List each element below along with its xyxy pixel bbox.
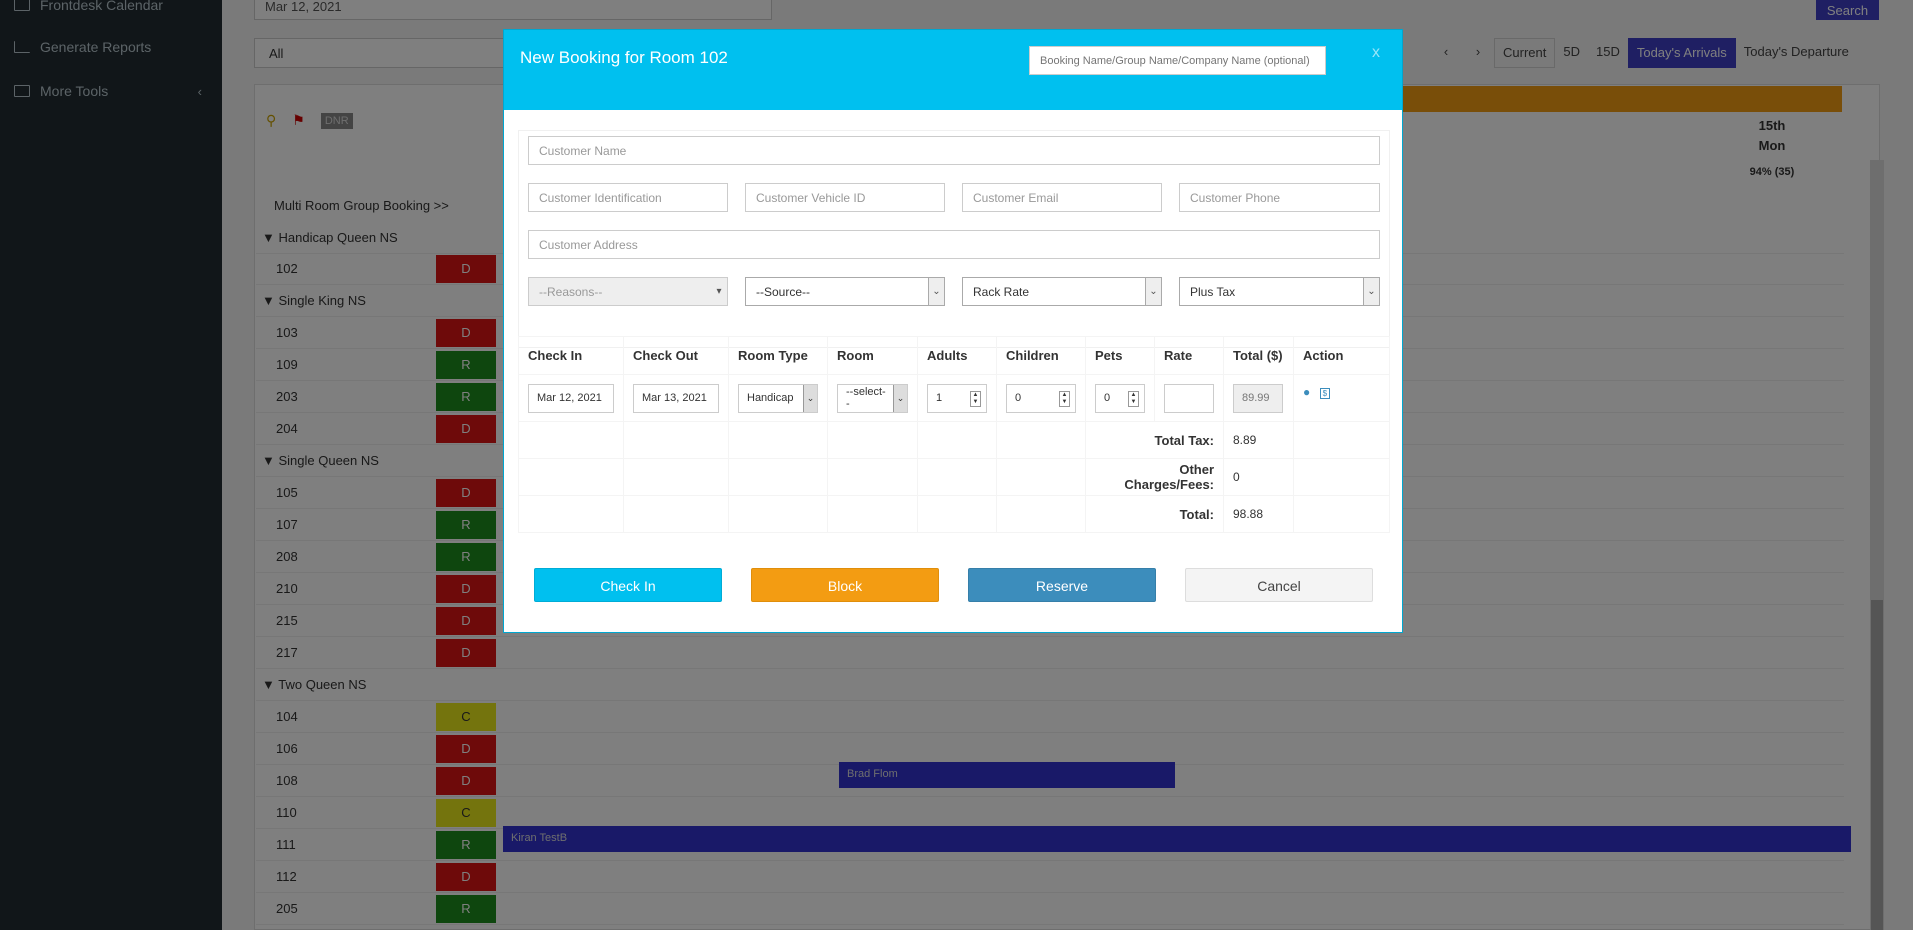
check-out-cell: Mar 13, 2021 xyxy=(623,374,729,422)
children-stepper[interactable]: 0 ▲ ▼ xyxy=(1006,383,1076,413)
room-value: --select-- xyxy=(846,386,886,410)
customer-email-input[interactable]: Customer Email xyxy=(962,183,1162,212)
modal-header: New Booking for Room 102 x xyxy=(504,30,1402,110)
adults-cell: 1 ▲ ▼ xyxy=(917,374,997,422)
rate-input[interactable] xyxy=(1164,383,1214,413)
children-cell: 0 ▲ ▼ xyxy=(996,374,1086,422)
source-value: --Source-- xyxy=(756,284,811,299)
check-out-input[interactable]: Mar 13, 2021 xyxy=(633,383,719,413)
total-tax-value: 8.89 xyxy=(1223,421,1294,459)
table-row: Other Charges/Fees: 0 xyxy=(518,458,1390,496)
total-tax-label: Total Tax: xyxy=(1085,421,1224,459)
rate-cell xyxy=(1154,374,1224,422)
other-charges-label: Other Charges/Fees: xyxy=(1085,458,1224,496)
room-type-value: Handicap xyxy=(747,392,794,404)
customer-name-input[interactable]: Customer Name xyxy=(528,136,1380,165)
table-header-row: Check In Check Out Room Type Room Adults… xyxy=(518,336,1390,375)
table-row: Mar 12, 2021 Mar 13, 2021 Handicap ⌄ --se… xyxy=(518,374,1390,422)
rate-type-select[interactable]: Rack Rate ⌄ xyxy=(962,277,1162,306)
money-icon[interactable]: $ xyxy=(1319,388,1331,399)
col-rate: Rate xyxy=(1154,336,1224,375)
grand-total-value: 98.88 xyxy=(1223,495,1294,533)
col-check-in: Check In xyxy=(518,336,624,375)
pets-stepper[interactable]: 0 ▲ ▼ xyxy=(1095,383,1145,413)
room-type-select[interactable]: Handicap ⌄ xyxy=(738,383,818,413)
chevron-down-icon: ⌄ xyxy=(803,384,817,412)
block-button[interactable]: Block xyxy=(751,568,939,602)
reasons-value: --Reasons-- xyxy=(539,284,603,299)
spinner-icon[interactable]: ▲ ▼ xyxy=(970,390,981,407)
total-value: 89.99 xyxy=(1233,383,1283,413)
col-check-out: Check Out xyxy=(623,336,729,375)
customer-identification-input[interactable]: Customer Identification xyxy=(528,183,728,212)
room-cell: --select-- ⌄ xyxy=(827,374,918,422)
col-children: Children xyxy=(996,336,1086,375)
close-icon[interactable]: x xyxy=(1372,44,1380,62)
room-type-cell: Handicap ⌄ xyxy=(728,374,828,422)
table-row: Total Tax: 8.89 xyxy=(518,421,1390,459)
total-cell: 89.99 xyxy=(1223,374,1294,422)
reasons-select[interactable]: --Reasons-- ▾ xyxy=(528,277,728,306)
chevron-down-icon: ⌄ xyxy=(1363,278,1379,305)
pets-value: 0 xyxy=(1104,392,1111,404)
spinner-icon[interactable]: ▲ ▼ xyxy=(1059,390,1070,407)
chevron-down-icon: ⌄ xyxy=(928,278,944,305)
check-in-cell: Mar 12, 2021 xyxy=(518,374,624,422)
table-row: Total: 98.88 xyxy=(518,495,1390,533)
modal-title: New Booking for Room 102 xyxy=(520,48,728,67)
check-in-input[interactable]: Mar 12, 2021 xyxy=(528,383,614,413)
customer-vehicle-id-input[interactable]: Customer Vehicle ID xyxy=(745,183,945,212)
col-total: Total ($) xyxy=(1223,336,1294,375)
source-select[interactable]: --Source-- ⌄ xyxy=(745,277,945,306)
new-booking-modal: New Booking for Room 102 x Customer Name… xyxy=(503,29,1403,633)
rate-type-value: Rack Rate xyxy=(973,284,1030,299)
children-value: 0 xyxy=(1015,392,1022,404)
tax-value: Plus Tax xyxy=(1190,284,1236,299)
action-cell: ● $ xyxy=(1293,374,1390,422)
col-action: Action xyxy=(1293,336,1390,375)
reserve-button[interactable]: Reserve xyxy=(968,568,1156,602)
booking-name-input[interactable] xyxy=(1029,46,1326,75)
room-select[interactable]: --select-- ⌄ xyxy=(837,383,908,413)
chevron-down-icon: ⌄ xyxy=(1145,278,1161,305)
customer-address-input[interactable]: Customer Address xyxy=(528,230,1380,259)
col-pets: Pets xyxy=(1085,336,1155,375)
spinner-icon[interactable]: ▲ ▼ xyxy=(1128,390,1139,407)
col-room-type: Room Type xyxy=(728,336,828,375)
user-icon[interactable]: ● xyxy=(1303,385,1310,399)
tax-select[interactable]: Plus Tax ⌄ xyxy=(1179,277,1380,306)
grand-total-label: Total: xyxy=(1085,495,1224,533)
col-room: Room xyxy=(827,336,918,375)
cancel-button[interactable]: Cancel xyxy=(1185,568,1373,602)
adults-stepper[interactable]: 1 ▲ ▼ xyxy=(927,383,987,413)
col-adults: Adults xyxy=(917,336,997,375)
check-in-button[interactable]: Check In xyxy=(534,568,722,602)
customer-phone-input[interactable]: Customer Phone xyxy=(1179,183,1380,212)
adults-value: 1 xyxy=(936,392,943,404)
pets-cell: 0 ▲ ▼ xyxy=(1085,374,1155,422)
chevron-down-icon: ⌄ xyxy=(893,384,907,412)
caret-down-icon: ▾ xyxy=(716,286,722,297)
other-charges-value: 0 xyxy=(1223,458,1294,496)
booking-table: Check In Check Out Room Type Room Adults… xyxy=(518,336,1390,533)
